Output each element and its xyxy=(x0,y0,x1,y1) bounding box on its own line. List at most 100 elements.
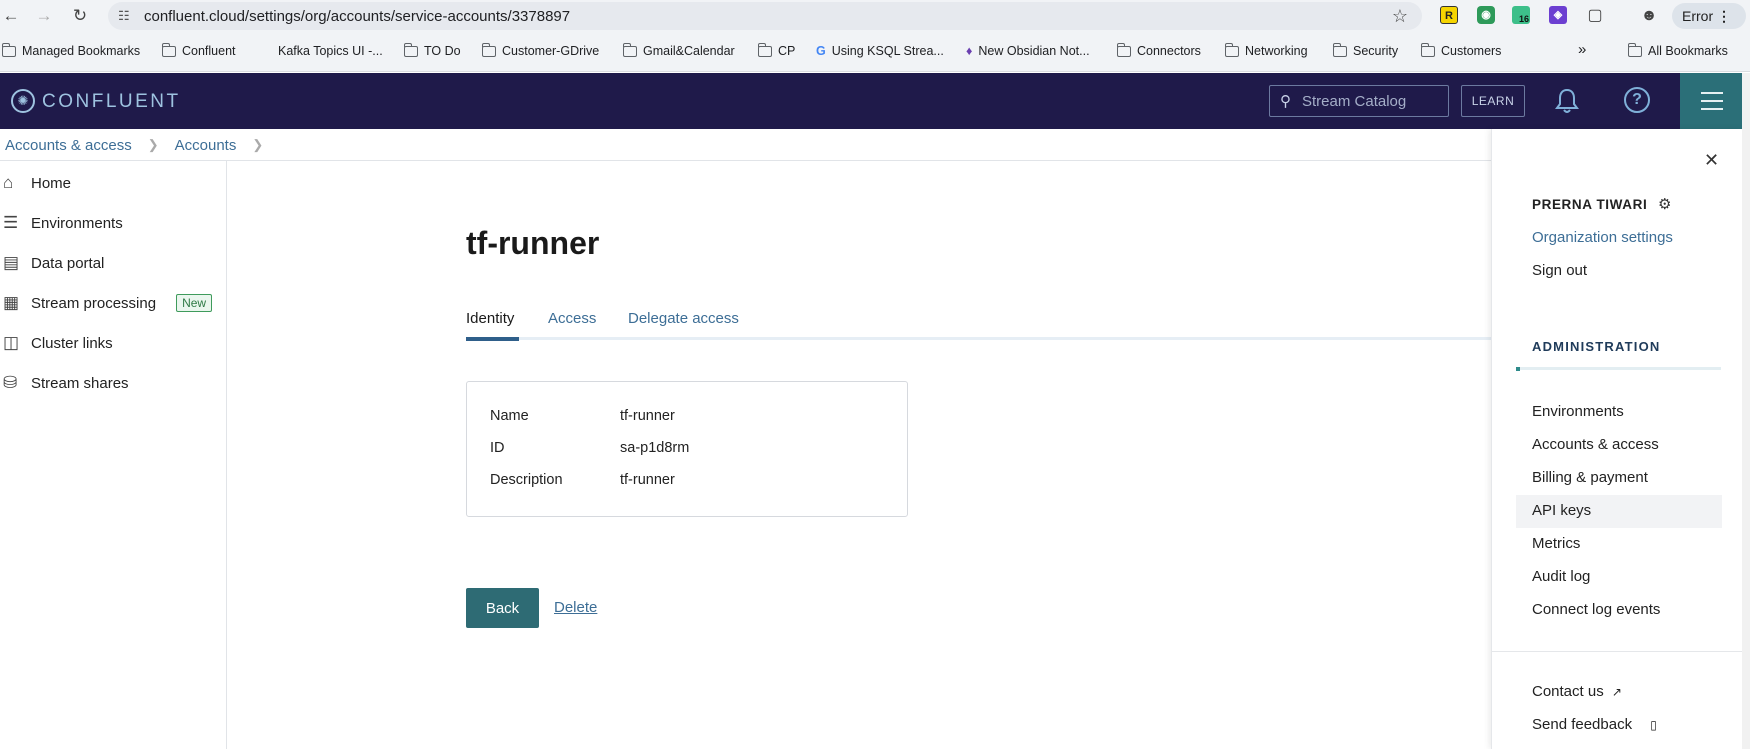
bookmark-obsidian[interactable]: ♦ New Obsidian Not... xyxy=(966,44,1090,58)
processing-icon: ▦ xyxy=(3,293,20,312)
sidebar-item-environments[interactable]: ☰ Environments xyxy=(0,205,226,241)
field-value: tf-runner xyxy=(620,472,675,488)
gear-icon[interactable]: ⚙ xyxy=(1658,195,1671,213)
administration-heading: ADMINISTRATION xyxy=(1532,339,1661,354)
sidebar-item-stream-processing[interactable]: ▦ Stream processing New xyxy=(0,285,226,321)
bookmark-connectors[interactable]: Connectors xyxy=(1116,42,1201,58)
bookmark-confluent[interactable]: Confluent xyxy=(161,42,236,58)
chevron-right-double-icon[interactable]: » xyxy=(1578,41,1586,58)
sidebar-item-cluster-links[interactable]: ◫ Cluster links xyxy=(0,325,226,361)
sidebar-item-label: Stream shares xyxy=(31,374,129,392)
breadcrumb: Accounts & access ❯ Accounts ❯ xyxy=(5,137,279,154)
menu-item-accounts-access[interactable]: Accounts & access xyxy=(1532,436,1659,453)
site-info-icon[interactable]: ☷ xyxy=(118,8,130,24)
bookmark-label: Managed Bookmarks xyxy=(22,44,141,58)
forward-arrow-icon[interactable]: → xyxy=(33,5,55,27)
folder-icon xyxy=(757,42,772,57)
folder-icon xyxy=(1420,42,1435,57)
field-value: sa-p1d8rm xyxy=(620,440,690,456)
administration-marker xyxy=(1516,367,1520,371)
bookmark-label: Customer-GDrive xyxy=(502,44,600,58)
close-icon[interactable]: ✕ xyxy=(1704,150,1719,171)
folder-icon xyxy=(1224,42,1239,57)
bookmark-ksql[interactable]: G Using KSQL Strea... xyxy=(816,44,944,58)
bookmark-label: CP xyxy=(778,44,796,58)
bookmark-managed[interactable]: Managed Bookmarks xyxy=(1,42,141,58)
menu-item-audit-log[interactable]: Audit log xyxy=(1532,568,1590,585)
bookmark-security[interactable]: Security xyxy=(1332,42,1399,58)
link-icon: ◫ xyxy=(3,333,20,352)
bookmark-todo[interactable]: TO Do xyxy=(403,42,461,58)
sidebar-item-label: Data portal xyxy=(31,254,105,272)
help-icon[interactable]: ? xyxy=(1624,87,1650,113)
delete-link[interactable]: Delete xyxy=(554,599,597,616)
error-label: Error xyxy=(1682,8,1714,24)
reload-icon[interactable]: ↻ xyxy=(69,5,91,27)
extension-calendar-icon[interactable]: 16 xyxy=(1512,6,1530,24)
stream-catalog-search[interactable]: ⚲ xyxy=(1269,85,1449,117)
back-button[interactable]: Back xyxy=(466,588,539,628)
sidebar-item-stream-shares[interactable]: ⛁ Stream shares xyxy=(0,365,226,401)
extension-green-icon[interactable]: ◉ xyxy=(1477,6,1495,24)
bookmark-label: Customers xyxy=(1441,44,1502,58)
search-input[interactable] xyxy=(1302,93,1442,110)
back-arrow-icon[interactable]: ← xyxy=(0,5,22,27)
sidebar-item-home[interactable]: ⌂ Home xyxy=(0,165,226,201)
bookmark-kafka-topics[interactable]: Kafka Topics UI -... xyxy=(264,44,383,58)
folder-icon xyxy=(1116,42,1131,57)
tab-access[interactable]: Access xyxy=(548,310,596,327)
profile-avatar[interactable]: ☻ xyxy=(1638,5,1660,27)
breadcrumb-accounts-access[interactable]: Accounts & access xyxy=(5,137,132,154)
bookmark-label: Security xyxy=(1353,44,1399,58)
menu-item-api-keys[interactable]: API keys xyxy=(1532,502,1591,519)
bookmark-gmail-calendar[interactable]: Gmail&Calendar xyxy=(622,42,735,58)
menu-bar xyxy=(1701,92,1723,94)
menu-item-metrics[interactable]: Metrics xyxy=(1532,535,1580,552)
logo-text[interactable]: CONFLUENT xyxy=(42,91,181,113)
profile-error-button[interactable]: Error ⋮ xyxy=(1672,3,1746,29)
chat-bubble-icon: ▯ xyxy=(1650,718,1657,732)
menu-item-connect-log-events[interactable]: Connect log events xyxy=(1532,601,1660,618)
menu-item-billing-payment[interactable]: Billing & payment xyxy=(1532,469,1648,486)
external-link-icon: ↗ xyxy=(1611,685,1622,699)
identity-card: Name tf-runner ID sa-p1d8rm Description … xyxy=(466,381,908,517)
tab-delegate-access[interactable]: Delegate access xyxy=(628,310,739,327)
bookmark-customer-gdrive[interactable]: Customer-GDrive xyxy=(481,42,600,58)
learn-button[interactable]: LEARN xyxy=(1461,85,1525,117)
bookmark-star-icon[interactable]: ☆ xyxy=(1389,5,1411,27)
kebab-menu-icon: ⋮ xyxy=(1717,8,1732,24)
sidebar-item-label: Cluster links xyxy=(31,334,113,352)
chevron-right-icon: ❯ xyxy=(147,137,159,152)
sidebar: ⌂ Home ☰ Environments ▤ Data portal ▦ St… xyxy=(0,161,227,749)
panel-divider xyxy=(1491,651,1742,652)
scrollbar[interactable] xyxy=(1742,73,1750,749)
extension-r-icon[interactable]: R xyxy=(1440,6,1458,24)
bookmark-customers[interactable]: Customers xyxy=(1420,42,1502,58)
contact-us-link[interactable]: Contact us ↗ xyxy=(1532,683,1622,700)
hamburger-menu-button[interactable] xyxy=(1680,73,1742,129)
extension-purple-icon[interactable]: ◈ xyxy=(1549,6,1567,24)
page-title: tf-runner xyxy=(466,225,600,261)
sidebar-item-data-portal[interactable]: ▤ Data portal xyxy=(0,245,226,281)
field-value: tf-runner xyxy=(620,408,675,424)
bookmark-all[interactable]: All Bookmarks xyxy=(1627,42,1728,58)
breadcrumb-accounts[interactable]: Accounts xyxy=(175,137,237,154)
bookmark-label: Kafka Topics UI -... xyxy=(278,44,383,58)
bookmark-cp[interactable]: CP xyxy=(757,42,796,58)
bookmark-networking[interactable]: Networking xyxy=(1224,42,1308,58)
send-feedback-link[interactable]: Send feedback ▯ xyxy=(1532,716,1657,733)
home-icon: ⌂ xyxy=(3,173,14,192)
folder-icon xyxy=(161,42,176,57)
folder-icon xyxy=(481,42,496,57)
menu-item-environments[interactable]: Environments xyxy=(1532,403,1624,420)
extensions-puzzle-icon[interactable]: ▢ xyxy=(1584,5,1606,27)
tab-identity[interactable]: Identity xyxy=(466,310,514,327)
organization-settings-link[interactable]: Organization settings xyxy=(1532,229,1673,246)
bookmark-label: Using KSQL Strea... xyxy=(831,44,944,58)
confluent-logo-icon[interactable]: ✺ xyxy=(11,89,35,113)
bell-icon[interactable] xyxy=(1554,87,1580,115)
field-label: ID xyxy=(490,440,505,456)
obsidian-icon: ♦ xyxy=(966,44,973,58)
address-bar[interactable]: ☷ confluent.cloud/settings/org/accounts/… xyxy=(108,2,1422,30)
sign-out-link[interactable]: Sign out xyxy=(1532,262,1587,279)
